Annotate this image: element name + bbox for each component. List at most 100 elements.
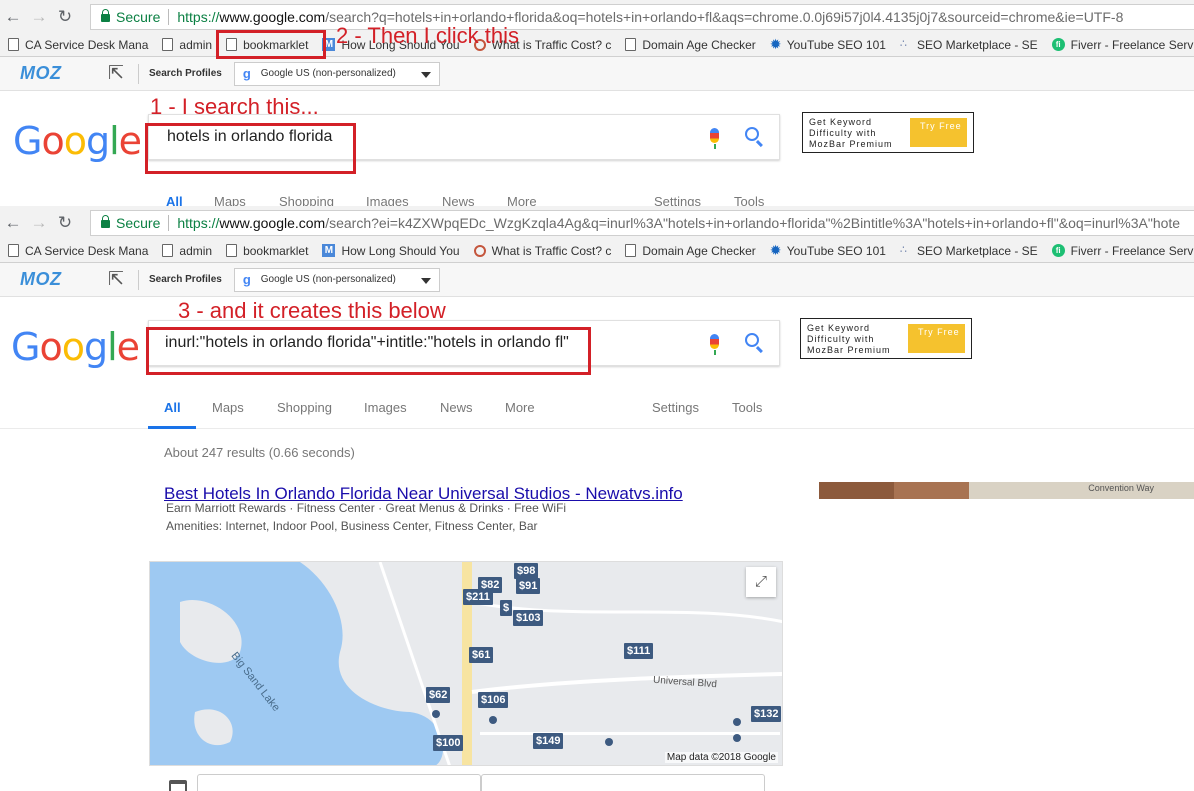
bookmark-admin[interactable]: admin [162, 244, 212, 258]
arrow-right-icon[interactable]: → [26, 206, 52, 239]
moz-logo[interactable]: MOZ [20, 63, 108, 84]
bookmark-admin[interactable]: admin [162, 38, 212, 52]
tab-images[interactable]: Images [364, 400, 407, 415]
bookmarks-bar: CA Service Desk Mana admin bookmarklet M… [0, 239, 1194, 263]
calendar-icon[interactable] [169, 780, 187, 791]
address-bar[interactable]: Secure https://www.google.com/search?ei=… [90, 210, 1194, 236]
tab-shopping[interactable]: Shopping [279, 194, 334, 206]
tab-maps[interactable]: Maps [212, 400, 244, 415]
map-price-pin[interactable]: $61 [469, 647, 494, 663]
bookmark-bookmarklet[interactable]: bookmarklet [226, 244, 308, 258]
logo-letter: l [109, 119, 120, 163]
hotel-map[interactable]: Big Sand Lake Universal Blvd $98 $82 $91… [149, 561, 783, 766]
expand-icon[interactable]: ⤢ [746, 567, 776, 597]
annotation-step-1: 1 - I search this... [150, 94, 319, 119]
bookmark-domain-age[interactable]: Domain Age Checker [625, 38, 756, 52]
logo-letter: G [13, 119, 42, 163]
search-icon[interactable] [745, 333, 759, 347]
gear-icon: ✹ [769, 36, 782, 52]
exit-icon[interactable]: ⇱ [108, 268, 138, 291]
map-price-pin[interactable]: $ [500, 600, 513, 616]
tab-tools[interactable]: Tools [734, 194, 764, 206]
mozbar-divider [138, 63, 139, 84]
logo-letter: e [116, 325, 140, 369]
check-in-field[interactable] [197, 774, 481, 791]
search-tabs: All Maps Shopping Images News More Setti… [0, 181, 1194, 206]
annotation-box-search-2 [146, 327, 591, 375]
bookmark-domain-age[interactable]: Domain Age Checker [625, 244, 756, 258]
logo-letter: o [61, 325, 85, 369]
reload-icon[interactable]: ↻ [52, 206, 78, 239]
map-price-pin[interactable]: $100 [433, 735, 464, 751]
try-free-button[interactable]: Try Free [910, 118, 967, 147]
map-dot-pin[interactable] [605, 738, 613, 746]
map-price-pin[interactable]: $103 [513, 610, 544, 626]
bookmark-seo-marketplace[interactable]: ∴ SEO Marketplace - SE [900, 244, 1038, 258]
map-price-pin[interactable]: $98 [514, 563, 539, 579]
bookmark-ca-service-desk[interactable]: CA Service Desk Mana [8, 38, 148, 52]
google-logo[interactable]: Google [11, 325, 140, 369]
hotel-photo[interactable]: Convention Way [819, 482, 1194, 499]
arrow-left-icon[interactable]: ← [0, 0, 26, 33]
logo-letter: o [39, 325, 62, 369]
google-g-icon: g [242, 272, 251, 287]
map-price-pin[interactable]: $111 [624, 643, 654, 659]
google-logo[interactable]: Google [13, 119, 142, 163]
network-icon: ∴ [899, 244, 907, 256]
arrow-right-icon[interactable]: → [26, 0, 52, 33]
moz-m-icon: M [322, 244, 336, 257]
tab-settings[interactable]: Settings [652, 400, 699, 415]
map-dot-pin[interactable] [432, 710, 440, 718]
check-out-field[interactable] [481, 774, 765, 791]
tab-news[interactable]: News [440, 400, 473, 415]
tab-settings[interactable]: Settings [654, 194, 701, 206]
microphone-icon[interactable] [710, 128, 719, 149]
map-dot-pin[interactable] [733, 718, 741, 726]
tab-all[interactable]: All [166, 194, 183, 206]
bookmark-youtube-seo[interactable]: ✹ YouTube SEO 101 [770, 243, 886, 258]
tab-more[interactable]: More [505, 400, 535, 415]
map-price-pin[interactable]: $91 [516, 578, 541, 594]
annotation-box-search-1 [145, 123, 356, 174]
search-profile-select[interactable]: g Google US (non-personalized) [233, 61, 440, 86]
try-free-button[interactable]: Try Free [908, 324, 965, 353]
bookmark-fiverr[interactable]: fi Fiverr - Freelance Serv [1051, 243, 1194, 258]
map-dot-pin[interactable] [733, 734, 741, 742]
moz-logo[interactable]: MOZ [20, 269, 108, 290]
bookmark-label: bookmarklet [243, 243, 309, 258]
page-icon [625, 38, 637, 51]
tab-shopping[interactable]: Shopping [277, 400, 332, 415]
search-profile-select[interactable]: g Google US (non-personalized) [233, 267, 440, 292]
bookmark-seo-marketplace[interactable]: ∴ SEO Marketplace - SE [900, 38, 1038, 52]
map-price-pin[interactable]: $132 [751, 706, 782, 722]
tab-maps[interactable]: Maps [214, 194, 246, 206]
tab-more[interactable]: More [507, 194, 537, 206]
bookmark-how-long[interactable]: M How Long Should You [322, 244, 460, 258]
arrow-left-icon[interactable]: ← [0, 206, 26, 239]
map-dot-pin[interactable] [489, 716, 497, 724]
exit-icon[interactable]: ⇱ [108, 62, 138, 85]
map-price-pin[interactable]: $106 [478, 692, 509, 708]
lock-icon [101, 9, 110, 22]
bookmark-traffic-cost[interactable]: What is Traffic Cost? c [473, 244, 611, 258]
result-snippet-details: Amenities: Internet, Indoor Pool, Busine… [166, 519, 538, 533]
bookmark-ca-service-desk[interactable]: CA Service Desk Mana [8, 244, 148, 258]
bookmark-label: CA Service Desk Mana [25, 243, 149, 258]
annotation-step-3: 3 - and it creates this below [178, 298, 446, 323]
tab-images[interactable]: Images [366, 194, 409, 206]
map-price-pin[interactable]: $149 [533, 733, 564, 749]
microphone-icon[interactable] [710, 334, 719, 355]
address-bar[interactable]: Secure https://www.google.com/search?q=h… [90, 4, 1194, 30]
bookmark-fiverr[interactable]: fi Fiverr - Freelance Serv [1051, 38, 1193, 52]
map-credit: Map data ©2018 Google [664, 752, 778, 763]
bookmark-label: Fiverr - Freelance Serv [1070, 243, 1194, 258]
map-price-pin[interactable]: $62 [426, 687, 451, 703]
bookmark-youtube-seo[interactable]: ✹ YouTube SEO 101 [769, 36, 886, 52]
tab-tools[interactable]: Tools [732, 400, 762, 415]
tab-all[interactable]: All [164, 400, 181, 415]
network-icon: ∴ [899, 38, 907, 50]
tab-news[interactable]: News [442, 194, 475, 206]
map-price-pin[interactable]: $211 [463, 589, 493, 605]
search-icon[interactable] [745, 127, 759, 141]
reload-icon[interactable]: ↻ [52, 0, 78, 33]
